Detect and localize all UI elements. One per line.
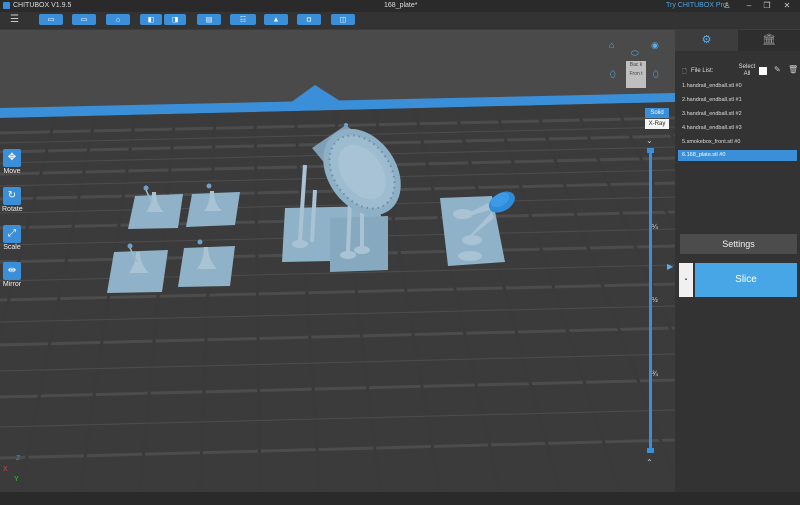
3d-viewport[interactable]: ✥ Move ↻ Rotate ⤢ Scale ⇹ Mirror ⌂ ⬭ ◉ ⬯… <box>0 30 675 492</box>
slice-button[interactable]: Slice <box>695 263 797 297</box>
select-all-checkbox[interactable] <box>759 67 767 75</box>
axis-x-label: X <box>3 466 8 473</box>
gear-icon: ⚙ <box>701 34 712 46</box>
xray-mode-button[interactable]: X-Ray <box>645 119 669 129</box>
file-list-header: 🗋 File List: Select All ✎ 🗑 <box>682 63 798 79</box>
rotate-view-left-icon[interactable]: ⬯ <box>610 70 616 79</box>
redo-button[interactable]: ◨ <box>164 14 186 25</box>
layer-slider-bottom-handle[interactable] <box>647 448 654 453</box>
main-toolbar: ☰ ▭ ▭ ⌂ ◧ ◨ ▤ ☷ ▲ ◘ ◫ <box>0 12 800 30</box>
settings-button[interactable]: ▤ <box>197 14 221 25</box>
move-label: Move <box>3 168 21 175</box>
axis-z-label: Z <box>16 455 21 462</box>
app-title: CHITUBOX V1.9.5 <box>13 2 72 9</box>
slider-mark-quarter: ¼ <box>652 224 658 231</box>
minimize-button[interactable]: – <box>742 0 756 12</box>
fit-button[interactable]: ◘ <box>297 14 321 25</box>
slider-mark-three-quarters: ¾ <box>652 371 658 378</box>
tab-machine[interactable]: 🏛 <box>738 30 800 51</box>
scale-tool[interactable]: ⤢ Scale <box>2 225 22 251</box>
file-list-item[interactable]: 5.smokebox_front.stl #0 <box>678 137 797 148</box>
view-cube[interactable]: Bac k Fron t <box>626 61 646 88</box>
machine-building-icon: 🏛 <box>762 34 776 46</box>
view-cube-front: Fron t <box>629 71 643 77</box>
scale-label: Scale <box>3 244 21 251</box>
right-panel: ⚙ 🏛 🗋 File List: Select All ✎ 🗑 1.handra… <box>675 30 800 492</box>
rotate-view-up-icon[interactable]: ⬭ <box>631 49 639 58</box>
save-button[interactable]: ▭ <box>72 14 96 25</box>
save-icon: ▭ <box>80 16 88 23</box>
move-icon: ✥ <box>3 149 21 167</box>
file-list-item-selected[interactable]: 6.168_plate.stl #0 <box>678 150 797 161</box>
chitubox-logo-icon <box>3 2 10 9</box>
document-title: 168_plate* <box>384 2 418 9</box>
fit-icon: ◘ <box>306 16 312 23</box>
slice-options-button[interactable]: ▪ <box>679 263 693 297</box>
support-button[interactable]: ▲ <box>264 14 288 25</box>
slider-mark-half: ½ <box>652 297 658 304</box>
panel-expand-icon[interactable]: ▶ <box>667 262 673 271</box>
file-list-label: File List: <box>691 68 714 74</box>
network-icon: ☷ <box>239 16 247 23</box>
file-list-item[interactable]: 4.handrail_endball.stl #3 <box>678 123 797 134</box>
status-bar <box>0 492 800 505</box>
scale-icon: ⤢ <box>3 225 21 243</box>
rotate-view-right-icon[interactable]: ⬯ <box>653 70 659 79</box>
file-icon: 🗋 <box>682 69 687 75</box>
rotate-label: Rotate <box>2 206 23 213</box>
undo-button[interactable]: ◧ <box>140 14 162 25</box>
file-list-item[interactable]: 2.handrail_endball.stl #1 <box>678 95 797 106</box>
redo-icon: ◨ <box>171 16 179 23</box>
move-tool[interactable]: ✥ Move <box>2 149 22 175</box>
open-file-button[interactable]: ▭ <box>39 14 63 25</box>
mirror-label: Mirror <box>2 281 22 288</box>
workspace-button[interactable]: ⌂ <box>106 14 130 25</box>
user-icon[interactable]: ♙ <box>720 0 734 12</box>
restore-button[interactable]: ❐ <box>760 0 774 12</box>
delete-icon[interactable]: 🗑 <box>788 65 798 74</box>
try-pro-link[interactable]: Try CHITUBOX Pro <box>666 0 727 12</box>
solid-mode-button[interactable]: Solid <box>645 108 669 118</box>
file-list-item[interactable]: 3.handrail_endball.stl #2 <box>678 109 797 120</box>
mirror-tool[interactable]: ⇹ Mirror <box>2 262 22 288</box>
machine-icon: ◫ <box>339 16 347 23</box>
mirror-icon: ⇹ <box>3 262 21 280</box>
workspace-icon: ⌂ <box>115 16 121 23</box>
machine-button[interactable]: ◫ <box>331 14 355 25</box>
title-bar: CHITUBOX V1.9.5 168_plate* Try CHITUBOX … <box>0 0 800 12</box>
settings-icon: ▤ <box>205 16 213 23</box>
support-icon: ▲ <box>272 16 280 23</box>
menu-icon[interactable]: ☰ <box>10 15 19 25</box>
open-file-icon: ▭ <box>47 16 55 23</box>
rotate-tool[interactable]: ↻ Rotate <box>2 187 23 213</box>
settings-button[interactable]: Settings <box>680 234 797 254</box>
slider-expand-icon[interactable]: ⌃ <box>646 458 653 467</box>
eye-icon[interactable]: ◉ <box>651 41 659 50</box>
file-list-item[interactable]: 1.handrail_endball.stl #0 <box>678 81 797 92</box>
slider-collapse-icon[interactable]: ⌄ <box>646 136 653 145</box>
axis-y-label: Y <box>14 476 19 483</box>
view-cube-back: Bac k <box>629 62 643 68</box>
close-button[interactable]: ✕ <box>780 0 794 12</box>
home-view-icon[interactable]: ⌂ <box>609 41 614 50</box>
tab-slice-settings[interactable]: ⚙ <box>675 30 738 51</box>
network-button[interactable]: ☷ <box>230 14 256 25</box>
rotate-icon: ↻ <box>3 187 21 205</box>
build-volume-front-marker <box>290 85 340 103</box>
edit-icon[interactable]: ✎ <box>774 65 781 74</box>
build-plate-scene <box>0 85 675 492</box>
select-all-label: Select All <box>738 64 756 77</box>
undo-icon: ◧ <box>147 16 155 23</box>
